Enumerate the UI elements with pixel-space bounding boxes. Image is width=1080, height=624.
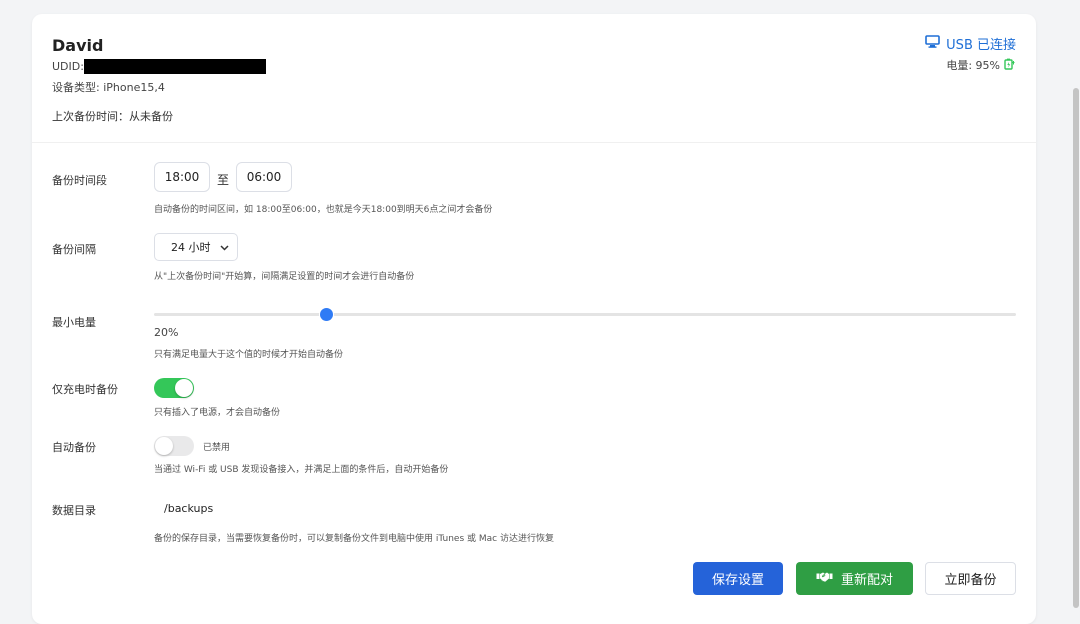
backup-now-button[interactable]: 立即备份: [925, 562, 1016, 595]
data-dir-hint: 备份的保存目录，当需要恢复备份时，可以复制备份文件到电脑中使用 iTunes 或…: [154, 534, 554, 544]
time-range-hint: 自动备份的时间区间，如 18:00至06:00，也就是今天18:00到明天6点之…: [154, 205, 493, 215]
save-settings-button[interactable]: 保存设置: [693, 562, 783, 595]
battery-charging-icon: [1004, 58, 1016, 73]
repair-label: 重新配对: [840, 573, 893, 588]
min-battery-slider-track[interactable]: [154, 313, 1016, 316]
repair-button[interactable]: 重新配对: [796, 562, 913, 595]
min-battery-hint: 只有满足电量大于这个值的时候才开始自动备份: [154, 350, 344, 360]
udid-redacted: [83, 59, 266, 74]
save-settings-label: 保存设置: [711, 573, 764, 588]
time-range-separator: 至: [217, 173, 230, 187]
min-battery-value: 20%: [154, 326, 179, 339]
end-time-input[interactable]: 06:00: [236, 162, 292, 192]
udid-row: UDID:: [52, 59, 266, 74]
udid-label: UDID:: [52, 60, 84, 73]
scrollbar-thumb[interactable]: [1073, 88, 1079, 608]
min-battery-slider-thumb[interactable]: [319, 308, 333, 321]
interval-value: 24 小时: [171, 241, 211, 254]
time-range-label: 备份时间段: [52, 174, 107, 187]
auto-backup-label: 自动备份: [52, 441, 96, 454]
device-type: 设备类型: iPhone15,4: [52, 81, 165, 94]
toggle-knob: [175, 379, 193, 397]
usb-status: USB 已连接: [925, 34, 1016, 53]
start-time-input[interactable]: 18:00: [154, 162, 210, 192]
min-battery-label: 最小电量: [52, 316, 96, 329]
charging-only-toggle[interactable]: [154, 378, 194, 398]
interval-hint: 从"上次备份时间"开始算，间隔满足设置的时间才会进行自动备份: [154, 272, 415, 282]
battery-status: 电量: 95%: [946, 57, 1016, 73]
monitor-icon: [925, 35, 940, 52]
charging-only-hint: 只有插入了电源，才会自动备份: [154, 408, 281, 418]
chevron-down-icon: [220, 241, 229, 254]
device-header: David UDID: 设备类型: iPhone15,4 上次备份时间：从未备份…: [32, 14, 1036, 143]
interval-select[interactable]: 24 小时: [154, 233, 238, 261]
data-dir-input[interactable]: /backups: [164, 502, 213, 515]
usb-status-text: USB 已连接: [946, 38, 1016, 53]
toggle-knob: [155, 437, 173, 455]
page-scrollbar[interactable]: [1070, 0, 1080, 613]
battery-text: 电量: 95%: [946, 59, 1000, 72]
handshake-icon: [816, 571, 833, 587]
interval-label: 备份间隔: [52, 243, 96, 256]
auto-backup-hint: 当通过 Wi-Fi 或 USB 发现设备接入，并满足上面的条件后，自动开始备份: [154, 465, 449, 475]
auto-backup-state: 已禁用: [203, 443, 231, 453]
data-dir-label: 数据目录: [52, 504, 96, 517]
auto-backup-toggle[interactable]: [154, 436, 194, 456]
backup-now-label: 立即备份: [944, 573, 997, 588]
last-backup-time: 上次备份时间：从未备份: [52, 110, 173, 123]
device-name: David: [52, 36, 104, 55]
device-settings-card: David UDID: 设备类型: iPhone15,4 上次备份时间：从未备份…: [32, 14, 1036, 624]
charging-only-label: 仅充电时备份: [52, 383, 118, 396]
